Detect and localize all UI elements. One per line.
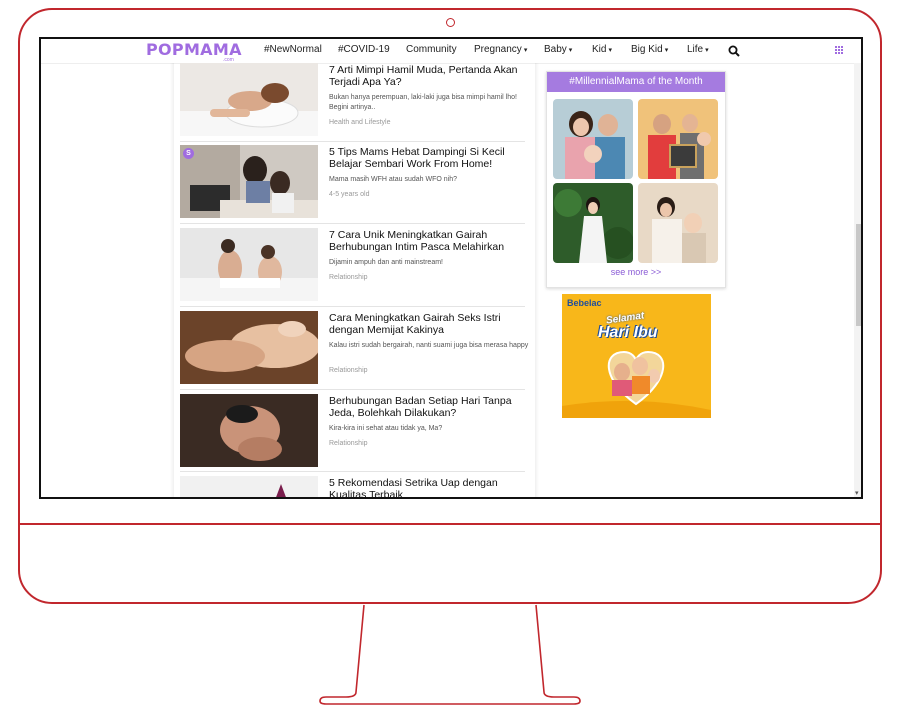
millennial-mama-widget: #MillennialMama of the Month see more >> xyxy=(546,71,726,288)
nav-item-community[interactable]: Community xyxy=(406,44,457,55)
article-description: Dijamin ampuh dan anti mainstream! xyxy=(329,259,443,266)
chevron-down-icon: ▾ xyxy=(608,47,612,54)
divider xyxy=(180,471,525,472)
article-thumbnail[interactable] xyxy=(180,394,318,467)
chevron-down-icon: ▾ xyxy=(705,47,709,54)
divider xyxy=(180,306,525,307)
see-more-link[interactable]: see more >> xyxy=(547,267,725,277)
article-description: Bukan hanya perempuan, laki-laki juga bi… xyxy=(329,94,517,111)
mama-photo[interactable] xyxy=(638,99,718,179)
article-title[interactable]: Cara Meningkatkan Gairah Seks Istri deng… xyxy=(329,312,519,336)
divider xyxy=(180,389,525,390)
article-title[interactable]: Berhubungan Badan Setiap Hari Tanpa Jeda… xyxy=(329,395,519,419)
top-navigation: POPMAMA .com #NewNormal #COVID-19 Commun… xyxy=(41,39,861,64)
article-category[interactable]: Relationship xyxy=(329,440,368,447)
article-category[interactable]: 4-5 years old xyxy=(329,191,369,198)
article-description: Kalau istri sudah bergairah, nanti suami… xyxy=(329,342,529,349)
content-column-shadow-right xyxy=(535,63,539,497)
article-title[interactable]: 7 Arti Mimpi Hamil Muda, Pertanda Akan T… xyxy=(329,64,519,88)
article-title[interactable]: 7 Cara Unik Meningkatkan Gairah Berhubun… xyxy=(329,229,519,253)
article-category[interactable]: Health and Lifestyle xyxy=(329,119,390,126)
ad-brand-logo: Bebelac xyxy=(567,298,602,308)
article-description: Kira-kira ini sehat atau tidak ya, Ma? xyxy=(329,425,443,432)
search-icon[interactable] xyxy=(728,45,740,57)
chevron-down-icon: ▾ xyxy=(523,47,528,54)
nav-item-baby[interactable]: Baby ▾ xyxy=(544,44,572,55)
apps-grid-icon[interactable] xyxy=(835,46,844,55)
scroll-down-icon[interactable]: ▾ xyxy=(855,489,859,497)
article-title[interactable]: 5 Tips Mams Hebat Dampingi Si Kecil Bela… xyxy=(329,146,519,170)
article-thumbnail[interactable] xyxy=(180,311,318,384)
scrollbar-thumb[interactable] xyxy=(856,224,861,326)
mama-photo[interactable] xyxy=(553,99,633,179)
content-column-shadow-left xyxy=(170,63,174,497)
article-category[interactable]: Relationship xyxy=(329,274,368,281)
mama-photo[interactable] xyxy=(553,183,633,263)
nav-item-life[interactable]: Life ▾ xyxy=(687,44,709,55)
divider xyxy=(180,141,525,142)
article-thumbnail[interactable] xyxy=(180,476,318,497)
chevron-down-icon: ▾ xyxy=(664,47,669,54)
video-badge: S xyxy=(183,148,194,159)
widget-title: #MillennialMama of the Month xyxy=(547,72,725,92)
article-thumbnail[interactable] xyxy=(180,63,318,136)
screen: POPMAMA .com #NewNormal #COVID-19 Commun… xyxy=(39,37,863,499)
nav-item-kid[interactable]: Kid ▾ xyxy=(592,44,612,55)
chevron-down-icon: ▾ xyxy=(568,47,573,54)
nav-item-covid19[interactable]: #COVID-19 xyxy=(338,44,390,55)
ad-headline-line2: Hari Ibu xyxy=(598,324,658,341)
article-thumbnail[interactable] xyxy=(180,228,318,301)
mama-photo[interactable] xyxy=(638,183,718,263)
article-title[interactable]: 5 Rekomendasi Setrika Uap dengan Kualita… xyxy=(329,477,519,497)
bebelac-ad-banner[interactable]: Bebelac Selamat Hari Ibu xyxy=(562,294,711,418)
nav-item-newnormal[interactable]: #NewNormal xyxy=(264,44,322,55)
article-description: Mama masih WFH atau sudah WFO nih? xyxy=(329,176,457,183)
nav-item-big-kid[interactable]: Big Kid ▾ xyxy=(631,44,668,55)
article-category[interactable]: Relationship xyxy=(329,367,368,374)
divider xyxy=(180,223,525,224)
article-thumbnail[interactable]: S xyxy=(180,145,318,218)
nav-item-pregnancy[interactable]: Pregnancy ▾ xyxy=(474,44,527,55)
